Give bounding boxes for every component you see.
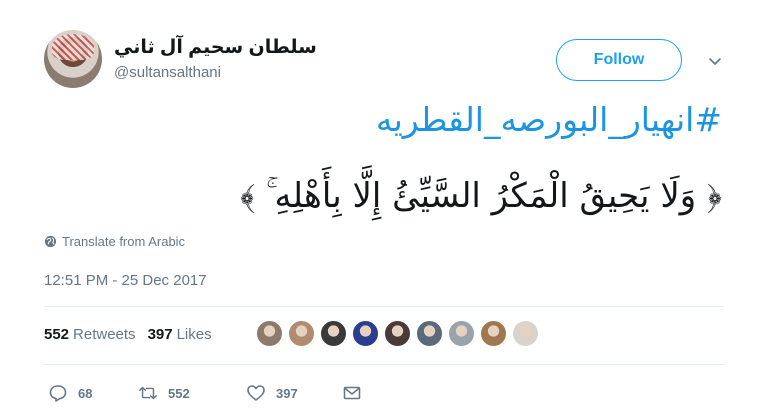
reply-count: 68 (78, 385, 93, 401)
likes-label: Likes (176, 326, 212, 343)
liker-avatar[interactable] (256, 320, 283, 347)
divider (44, 306, 724, 307)
like-button[interactable]: 397 (246, 383, 342, 403)
engagement-stats: 552 Retweets 397 Likes (44, 326, 212, 343)
retweets-stat[interactable]: 552 Retweets (44, 326, 136, 343)
liker-avatar[interactable] (448, 320, 475, 347)
liker-avatar[interactable] (320, 320, 347, 347)
liker-avatar[interactable] (512, 320, 539, 347)
envelope-icon (343, 386, 361, 400)
liker-avatar[interactable] (384, 320, 411, 347)
retweets-count: 552 (44, 326, 70, 343)
timestamp[interactable]: 12:51 PM - 25 Dec 2017 (44, 272, 207, 289)
tweet-text: ﴿ وَلَا يَحِيقُ الْمَكْرُ السَّيِّئُ إِل… (240, 176, 722, 216)
translate-link[interactable]: Translate from Arabic (44, 234, 185, 249)
divider (44, 364, 724, 365)
chevron-down-icon[interactable] (706, 52, 724, 70)
likes-count: 397 (147, 326, 173, 343)
reply-button[interactable]: 68 (48, 383, 138, 403)
globe-icon (44, 235, 57, 248)
liker-avatar[interactable] (480, 320, 507, 347)
tweet-actions: 68 552 397 (48, 383, 362, 403)
hashtag-link[interactable]: #انهيار_البورصه_القطريه (376, 100, 722, 139)
retweet-count: 552 (168, 385, 190, 401)
liker-avatar[interactable] (288, 320, 315, 347)
follow-button[interactable]: Follow (556, 39, 682, 81)
likes-stat[interactable]: 397 Likes (148, 326, 212, 343)
direct-message-button[interactable] (342, 383, 362, 403)
reply-icon (49, 385, 67, 402)
retweet-icon (139, 386, 157, 400)
retweets-label: Retweets (73, 326, 136, 343)
avatar[interactable] (44, 30, 102, 88)
display-name[interactable]: سلطان سحيم آل ثاني (114, 36, 317, 59)
like-count: 397 (276, 385, 298, 401)
translate-label: Translate from Arabic (62, 234, 186, 249)
liker-avatar[interactable] (352, 320, 379, 347)
liker-avatars (256, 320, 539, 347)
liker-avatar[interactable] (416, 320, 443, 347)
heart-icon (247, 385, 265, 401)
retweet-button[interactable]: 552 (138, 383, 246, 403)
user-handle[interactable]: @sultansalthani (114, 64, 221, 81)
